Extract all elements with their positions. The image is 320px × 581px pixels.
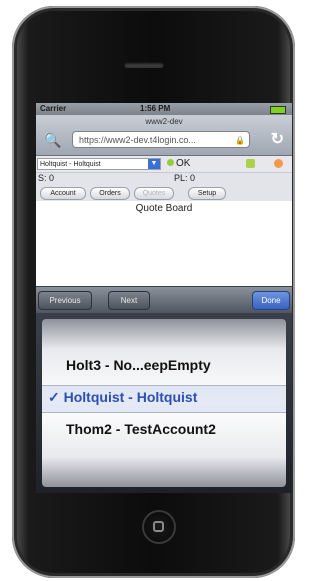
lock-icon: 🔒 <box>235 136 245 145</box>
picker-option-label: Holtquist - Holtquist <box>63 389 198 405</box>
picker-option-label: Holt3 - No...eepEmpty <box>66 357 211 373</box>
picker-option[interactable]: Thom2 - TestAccount2 <box>66 421 286 437</box>
home-button[interactable] <box>142 510 176 544</box>
picker[interactable]: Holt3 - No...eepEmpty ✓ Holtquist - Holt… <box>42 319 286 487</box>
url-text: https://www2-dev.t4login.co... <box>79 135 196 145</box>
green-status-icon[interactable] <box>246 159 255 168</box>
status-dot-icon <box>167 159 174 166</box>
url-field[interactable]: https://www2-dev.t4login.co... 🔒 <box>72 131 250 148</box>
keyboard-accessory-bar: Previous Next Done <box>36 286 292 313</box>
disabled-button[interactable]: Quotes <box>134 187 174 200</box>
quote-board-title: Quote Board <box>135 203 193 214</box>
s-value: S: 0 <box>38 173 55 183</box>
account-select[interactable]: Holtquist - Holtquist ▼ <box>37 158 161 170</box>
picker-option[interactable]: Holt3 - No...eepEmpty <box>66 357 286 373</box>
ok-label: OK <box>176 158 191 169</box>
safari-toolbar: www2-dev 🔍 https://www2-dev.t4login.co..… <box>36 115 292 156</box>
account-row: Holtquist - Holtquist ▼ OK <box>36 156 292 173</box>
screen: Carrier 1:56 PM www2-dev 🔍 https://www2-… <box>36 103 292 493</box>
account-select-value: Holtquist - Holtquist <box>40 161 101 168</box>
checkmark-icon: ✓ <box>48 389 60 405</box>
page-title: www2-dev <box>145 117 183 126</box>
done-button[interactable]: Done <box>252 291 290 310</box>
nav-buttons: Account Orders Quotes Setup <box>36 185 292 201</box>
orange-status-icon[interactable] <box>274 159 283 168</box>
connection-status: OK <box>167 158 190 169</box>
setup-button[interactable]: Setup <box>188 187 226 200</box>
next-button[interactable]: Next <box>108 291 150 310</box>
reload-icon[interactable]: ↻ <box>271 129 284 149</box>
pnl-row: S: 0 PL: 0 <box>36 173 292 185</box>
battery-icon <box>270 106 286 114</box>
picker-wheel: Holt3 - No...eepEmpty ✓ Holtquist - Holt… <box>36 313 292 493</box>
home-square-icon <box>153 521 164 532</box>
picker-option-label: Thom2 - TestAccount2 <box>66 421 216 437</box>
search-icon[interactable]: 🔍 <box>44 132 61 149</box>
carrier-label: Carrier <box>40 104 67 113</box>
orders-button[interactable]: Orders <box>90 187 130 200</box>
picker-option-selected[interactable]: ✓ Holtquist - Holtquist <box>48 389 286 406</box>
previous-button[interactable]: Previous <box>38 291 92 310</box>
pl-value: PL: 0 <box>174 173 196 183</box>
clock: 1:56 PM <box>140 104 171 113</box>
chevron-down-icon: ▼ <box>148 159 160 169</box>
speaker-grille <box>124 62 164 68</box>
account-button[interactable]: Account <box>40 187 86 200</box>
status-bar: Carrier 1:56 PM <box>36 103 292 115</box>
